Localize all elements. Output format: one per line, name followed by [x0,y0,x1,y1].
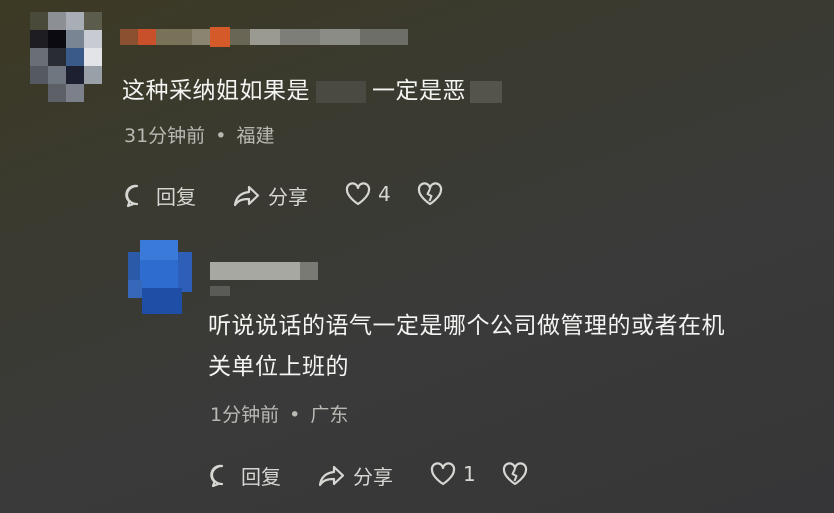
like-count: 1 [463,462,476,486]
like-button[interactable]: 1 [429,461,476,487]
comment-text: 这种采纳姐如果是 一定是恶 [122,72,502,110]
share-arrow-icon [233,185,260,206]
redacted-block [316,80,366,103]
like-button[interactable]: 4 [344,181,391,207]
separator: • [215,125,227,147]
comment-meta: 31分钟前 • 福建 [124,121,275,148]
redacted-block [470,80,502,103]
location: 广东 [310,404,349,426]
share-button[interactable]: 分享 [232,181,308,210]
dislike-button[interactable] [416,181,444,207]
like-count: 4 [378,182,391,206]
username-redacted[interactable] [210,262,330,302]
broken-heart-icon [502,462,528,486]
avatar[interactable] [30,12,104,104]
comment-meta: 1分钟前 • 广东 [210,400,348,427]
heart-icon [430,462,456,486]
separator: • [289,404,301,426]
comment-text: 听说说话的语气一定是哪个公司做管理的或者在机 关单位上班的 [208,313,725,380]
username-redacted[interactable] [120,27,410,47]
reply-button[interactable]: 回复 [209,461,281,490]
reply-button[interactable]: 回复 [124,181,196,210]
timestamp: 31分钟前 [124,125,206,147]
share-arrow-icon [318,465,345,486]
heart-icon [345,182,371,206]
avatar[interactable] [122,240,196,316]
reply-bubble-icon [210,464,224,487]
timestamp: 1分钟前 [210,404,280,426]
location: 福建 [236,125,275,147]
broken-heart-icon [417,182,443,206]
share-button[interactable]: 分享 [317,461,393,490]
reply-bubble-icon [125,184,139,207]
dislike-button[interactable] [501,461,529,487]
